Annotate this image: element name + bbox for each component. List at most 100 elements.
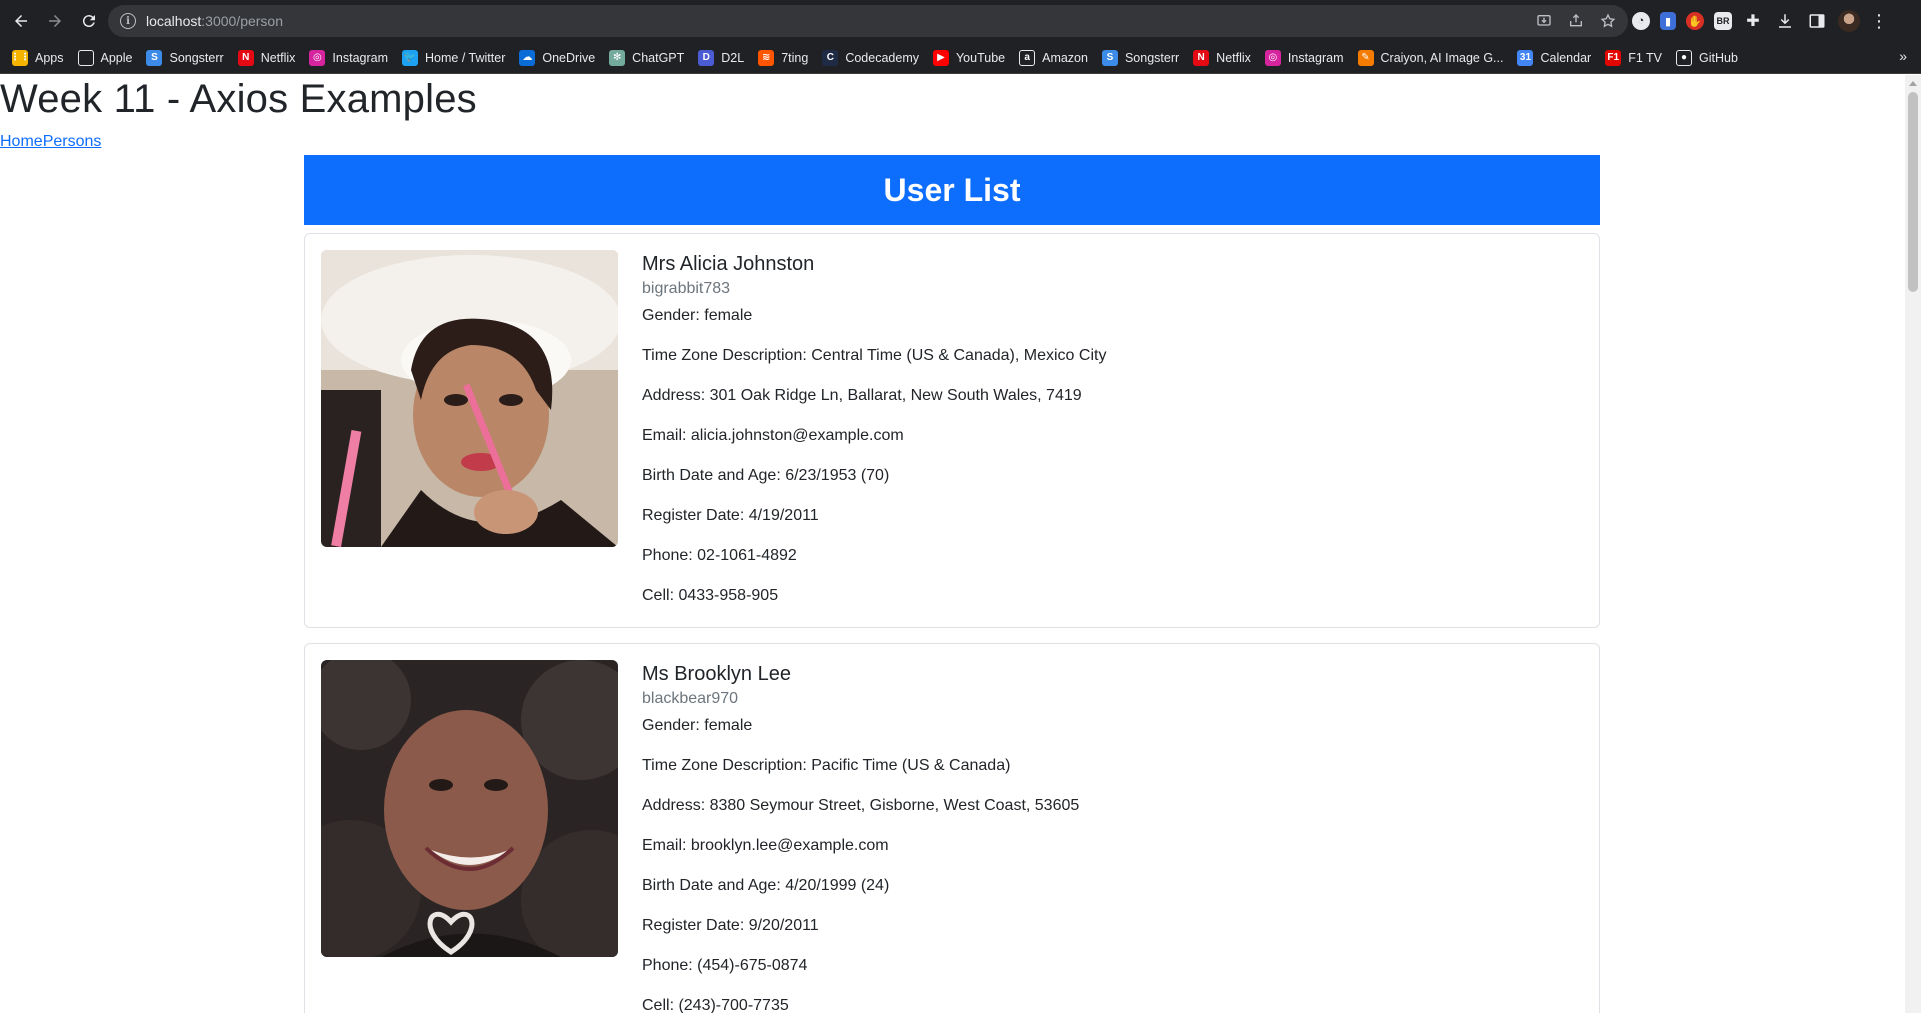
- menu-kebab-icon[interactable]: ⋮: [1870, 12, 1888, 30]
- user-name: Mrs Alicia Johnston: [642, 253, 815, 275]
- scroll-up-arrow-icon[interactable]: [1909, 81, 1917, 86]
- bookmark-label: F1 TV: [1628, 50, 1663, 65]
- bookmark-github[interactable]: ● GitHub: [1676, 49, 1738, 66]
- user-register: Register Date: 4/19/2011: [642, 507, 819, 524]
- extension-shield-icon[interactable]: ✋: [1686, 12, 1704, 30]
- bookmarks-overflow-icon[interactable]: »: [1899, 48, 1907, 64]
- user-list-container: User List Mrs Alicia Johnston bigrabbit7…: [304, 155, 1600, 1013]
- instagram-icon: ◎: [309, 49, 326, 66]
- codecademy-icon: C: [822, 49, 839, 66]
- forward-button[interactable]: [42, 8, 68, 34]
- user-card: Ms Brooklyn Lee blackbear970 Gender: fem…: [304, 643, 1600, 1013]
- persons-link[interactable]: Persons: [43, 133, 102, 150]
- bookmark-onedrive[interactable]: ☁ OneDrive: [519, 49, 596, 66]
- netflix-icon: N: [1193, 49, 1210, 66]
- side-panel-icon[interactable]: [1806, 10, 1828, 32]
- songsterr-icon: S: [146, 49, 163, 66]
- nav-links: HomePersons: [0, 133, 101, 151]
- bookmark-amazon[interactable]: a Amazon: [1019, 49, 1088, 66]
- bookmark-soundcloud[interactable]: ≋ 7ting: [758, 49, 808, 66]
- extension-speed-icon[interactable]: ◔: [1632, 12, 1650, 30]
- bookmark-label: D2L: [721, 50, 745, 65]
- user-phone: Phone: (454)-675-0874: [642, 957, 808, 974]
- bookmark-songsterr[interactable]: S Songsterr: [1101, 49, 1180, 66]
- user-address: Address: 8380 Seymour Street, Gisborne, …: [642, 797, 1080, 814]
- profile-avatar[interactable]: [1838, 10, 1860, 32]
- bookmark-chatgpt[interactable]: ✻ ChatGPT: [609, 49, 685, 66]
- user-birth: Birth Date and Age: 4/20/1999 (24): [642, 877, 890, 894]
- chatgpt-icon: ✻: [609, 49, 626, 66]
- bookmark-apple[interactable]: Apple: [77, 49, 132, 66]
- bookmark-label: GitHub: [1699, 50, 1738, 65]
- extension-book-icon[interactable]: ▮: [1660, 12, 1676, 30]
- bookmark-label: Instagram: [1287, 50, 1344, 65]
- user-email: Email: alicia.johnston@example.com: [642, 427, 904, 444]
- user-photo: [321, 660, 618, 957]
- user-phone: Phone: 02-1061-4892: [642, 547, 797, 564]
- reload-button[interactable]: [76, 8, 102, 34]
- user-name: Ms Brooklyn Lee: [642, 663, 791, 685]
- user-list-header: User List: [304, 155, 1600, 225]
- bookmark-apps-grid[interactable]: ⋮⋮ Apps: [10, 49, 64, 66]
- youtube-icon: ▶: [932, 49, 949, 66]
- scrollbar-thumb[interactable]: [1908, 92, 1918, 292]
- user-timezone: Time Zone Description: Pacific Time (US …: [642, 757, 1011, 774]
- page-title: Week 11 - Axios Examples: [0, 77, 477, 121]
- bookmark-label: OneDrive: [542, 50, 596, 65]
- instagram-icon: ◎: [1264, 49, 1281, 66]
- bookmark-instagram[interactable]: ◎ Instagram: [309, 49, 389, 66]
- bookmark-codecademy[interactable]: C Codecademy: [822, 49, 919, 66]
- bookmark-star-icon[interactable]: [1600, 13, 1616, 29]
- bookmark-label: Netflix: [1216, 50, 1251, 65]
- bookmark-label: Amazon: [1042, 50, 1088, 65]
- home-link[interactable]: Home: [0, 133, 43, 150]
- url-host: localhost: [146, 13, 202, 29]
- bookmark-calendar[interactable]: 31 Calendar: [1517, 49, 1591, 66]
- bookmark-label: Songsterr: [1124, 50, 1180, 65]
- user-photo: [321, 250, 618, 547]
- back-button[interactable]: [8, 8, 34, 34]
- install-app-icon[interactable]: [1536, 13, 1552, 29]
- address-bar[interactable]: i localhost:3000/person: [108, 5, 1628, 37]
- bookmark-twitter[interactable]: 🐦 Home / Twitter: [402, 49, 506, 66]
- user-register: Register Date: 9/20/2011: [642, 917, 819, 934]
- user-birth: Birth Date and Age: 6/23/1953 (70): [642, 467, 890, 484]
- user-gender: Gender: female: [642, 717, 753, 734]
- downloads-icon[interactable]: [1774, 10, 1796, 32]
- songsterr-icon: S: [1101, 49, 1118, 66]
- share-icon[interactable]: [1568, 13, 1584, 29]
- d2l-icon: D: [698, 49, 715, 66]
- user-cell: Cell: (243)-700-7735: [642, 997, 789, 1013]
- bookmark-netflix[interactable]: N Netflix: [1193, 49, 1251, 66]
- url-path: :3000/person: [201, 13, 283, 29]
- extensions-puzzle-icon[interactable]: ✚: [1742, 10, 1764, 32]
- bookmark-label: Apps: [35, 50, 64, 65]
- bookmark-label: ChatGPT: [632, 50, 685, 65]
- bookmark-instagram[interactable]: ◎ Instagram: [1264, 49, 1344, 66]
- user-email: Email: brooklyn.lee@example.com: [642, 837, 889, 854]
- user-address: Address: 301 Oak Ridge Ln, Ballarat, New…: [642, 387, 1082, 404]
- bookmark-label: Instagram: [332, 50, 389, 65]
- bookmarks-bar: ⋮⋮ Apps Apple S Songsterr N Netflix ◎ Instagram 🐦…: [0, 42, 1921, 74]
- apple-icon: [77, 49, 94, 66]
- bookmark-d2l[interactable]: D D2L: [698, 49, 745, 66]
- user-timezone: Time Zone Description: Central Time (US …: [642, 347, 1107, 364]
- bookmark-youtube[interactable]: ▶ YouTube: [932, 49, 1005, 66]
- bookmark-netflix[interactable]: N Netflix: [237, 49, 295, 66]
- bookmark-f1[interactable]: F1 F1 TV: [1605, 49, 1663, 66]
- bookmark-label: Codecademy: [845, 50, 919, 65]
- extension-br-icon[interactable]: BR: [1714, 12, 1732, 30]
- bookmark-label: Craiyon, AI Image G...: [1380, 50, 1504, 65]
- bookmark-label: Home / Twitter: [425, 50, 506, 65]
- bookmark-label: Songsterr: [169, 50, 224, 65]
- page-scrollbar[interactable]: [1905, 75, 1921, 1013]
- bookmark-songsterr[interactable]: S Songsterr: [146, 49, 224, 66]
- site-info-icon[interactable]: i: [120, 13, 136, 29]
- arrow-right-icon: [49, 15, 61, 27]
- user-cell: Cell: 0433-958-905: [642, 587, 779, 604]
- user-gender: Gender: female: [642, 307, 753, 324]
- user-info: Ms Brooklyn Lee blackbear970 Gender: fem…: [642, 662, 1542, 1013]
- user-username: bigrabbit783: [642, 280, 731, 297]
- bookmark-craiyon[interactable]: ✎ Craiyon, AI Image G...: [1357, 49, 1504, 66]
- url-text[interactable]: localhost:3000/person: [146, 13, 283, 29]
